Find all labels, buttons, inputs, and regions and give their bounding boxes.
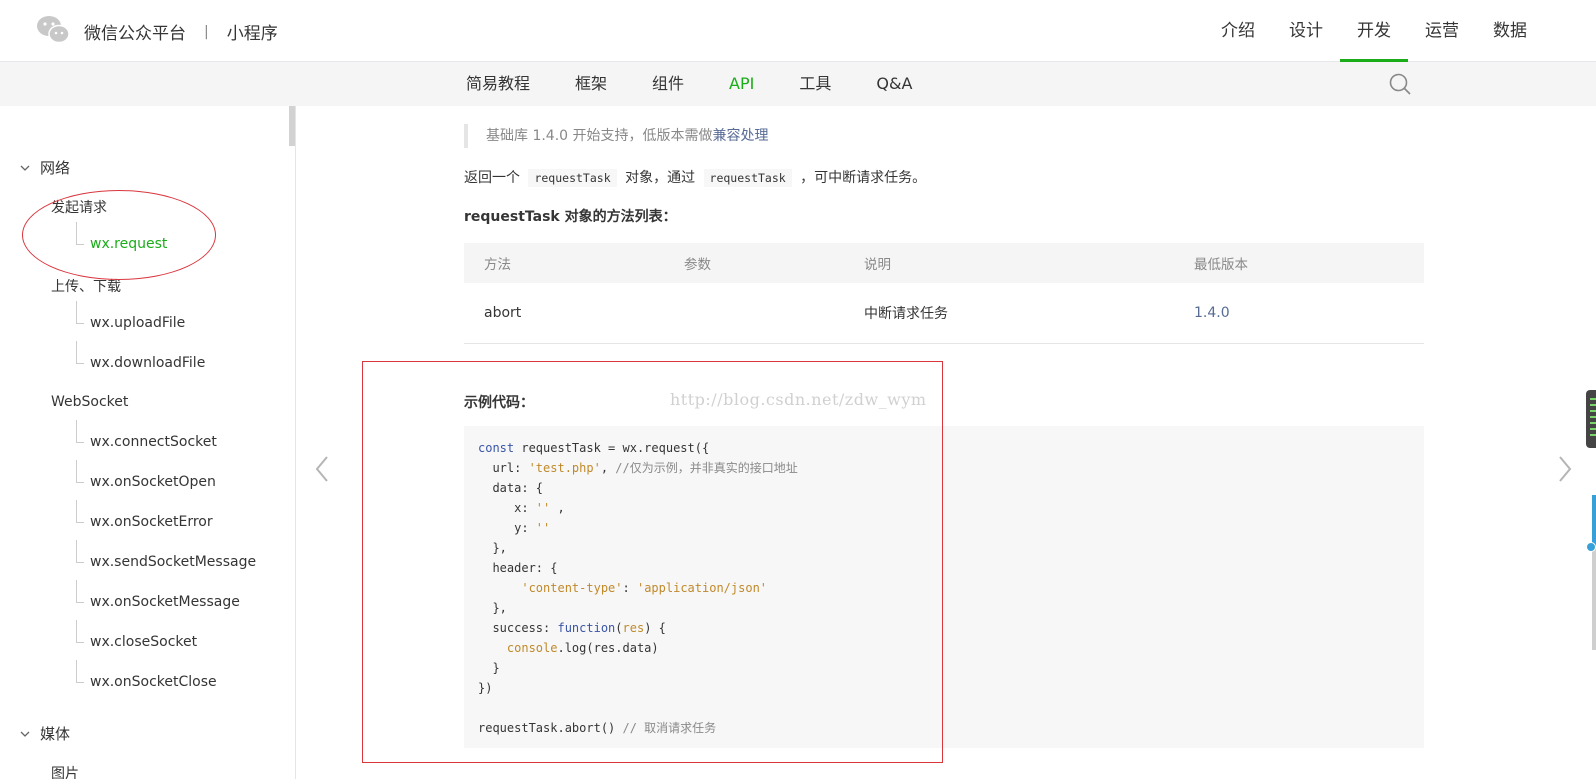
sidebar-item-websocket[interactable]: WebSocket [51,394,128,410]
version-note-text: 基础库 1.4.0 开始支持，低版本需做 [486,128,713,144]
slider-fill [1592,495,1596,547]
brand[interactable]: 微信公众平台 | 小程序 [84,19,278,45]
chevron-down-icon [20,731,30,737]
sidebar-group-label: 网络 [40,159,71,177]
nav-design[interactable]: 设计 [1272,0,1340,62]
sidebar-item-on-socket-message[interactable]: wx.onSocketMessage [76,580,240,610]
method-cell: abort [484,304,522,321]
nav-operate[interactable]: 运营 [1408,0,1476,62]
sidebar-item-upload-file[interactable]: wx.uploadFile [76,301,185,331]
tab-qa[interactable]: Q&A [876,62,912,106]
sub-nav-tabs: 简易教程 框架 组件 API 工具 Q&A [466,62,957,106]
nav-intro[interactable]: 介绍 [1204,0,1272,62]
wechat-logo-icon [37,16,70,44]
para-text-3: ，可中断请求任务。 [800,170,927,186]
sidebar-item-on-socket-error[interactable]: wx.onSocketError [76,500,213,530]
search-icon[interactable] [1388,72,1412,96]
sidebar-item-close-socket[interactable]: wx.closeSocket [76,620,197,650]
inline-code: requestTask [528,169,617,187]
column-header: 最低版本 [1194,257,1248,273]
main-nav: 介绍 设计 开发 运营 数据 [1204,0,1544,62]
sidebar-scrollbar[interactable] [289,106,295,146]
brand-separator: | [204,23,209,40]
tab-components[interactable]: 组件 [652,62,684,106]
sidebar-item-download-file[interactable]: wx.downloadFile [76,341,205,371]
sidebar-group-label: 媒体 [40,725,71,743]
nav-data[interactable]: 数据 [1476,0,1544,62]
sidebar-item-image[interactable]: 图片 [51,763,79,779]
product-title: 小程序 [226,24,278,44]
description-paragraph: 返回一个 requestTask 对象，通过 requestTask ，可中断请… [464,166,926,190]
column-header: 参数 [684,257,711,273]
sidebar-item-send-socket-message[interactable]: wx.sendSocketMessage [76,540,256,570]
tab-tutorial[interactable]: 简易教程 [466,62,530,106]
methods-table: 方法 参数 说明 最低版本 abort 中断请求任务 1.4.0 [464,243,1424,344]
chevron-down-icon [20,165,30,171]
annotation-rectangle [362,361,943,763]
inline-code: requestTask [703,169,792,187]
sidebar-item-on-socket-open[interactable]: wx.onSocketOpen [76,460,216,490]
sidebar-item-on-socket-close[interactable]: wx.onSocketClose [76,660,217,690]
version-cell[interactable]: 1.4.0 [1174,283,1424,343]
column-header: 说明 [864,257,891,273]
table-row: abort 中断请求任务 1.4.0 [464,283,1424,343]
tab-tools[interactable]: 工具 [799,62,831,106]
top-bar: 微信公众平台 | 小程序 介绍 设计 开发 运营 数据 [0,0,1596,62]
watermark-text: http://blog.csdn.net/zdw_wym [670,390,927,409]
chevron-right-icon[interactable] [1556,454,1574,484]
table-header-row: 方法 参数 说明 最低版本 [464,243,1424,283]
sidebar-item-connect-socket[interactable]: wx.connectSocket [76,420,217,450]
desc-cell: 中断请求任务 [864,305,948,322]
brand-title: 微信公众平台 [84,24,186,44]
methods-heading: requestTask 对象的方法列表： [464,209,677,225]
sidebar-group-network[interactable]: 网络 [20,157,70,178]
tab-api[interactable]: API [729,62,754,106]
sidebar-group-media[interactable]: 媒体 [20,723,70,744]
compat-link[interactable]: 兼容处理 [713,128,769,144]
params-cell [664,283,844,343]
para-text-2: 对象，通过 [625,170,696,186]
version-note: 基础库 1.4.0 开始支持，低版本需做兼容处理 [464,124,769,148]
chevron-left-icon[interactable] [313,454,331,484]
para-text-1: 返回一个 [464,170,520,186]
tab-framework[interactable]: 框架 [575,62,607,106]
slider-handle[interactable] [1586,542,1596,552]
nav-develop[interactable]: 开发 [1340,0,1408,62]
annotation-ellipse [22,190,216,280]
column-header: 方法 [484,257,511,273]
sub-nav: 简易教程 框架 组件 API 工具 Q&A [0,62,1596,106]
meter-widget[interactable] [1586,390,1596,448]
